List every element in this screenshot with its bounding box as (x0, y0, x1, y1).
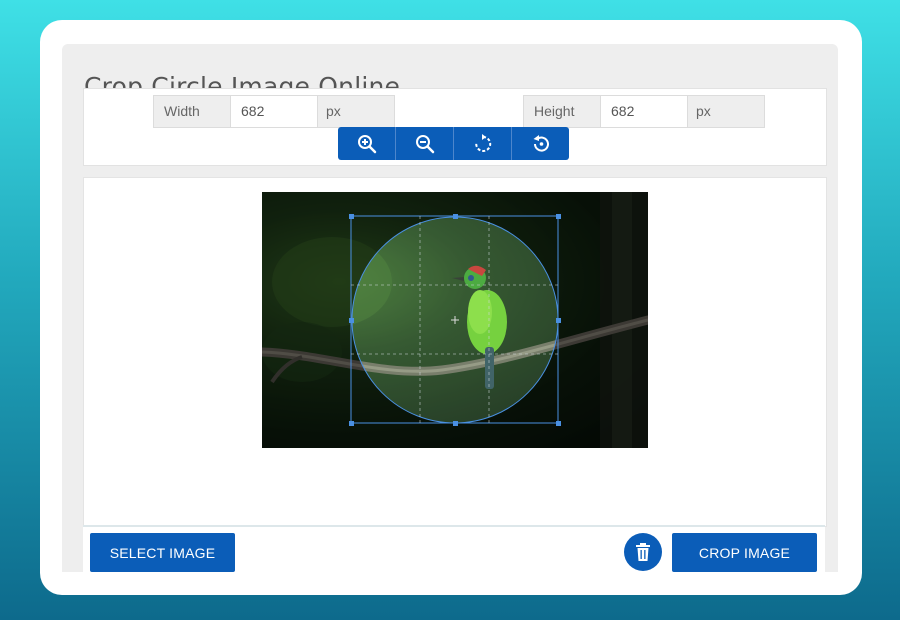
image-preview[interactable] (262, 192, 648, 448)
zoom-in-button[interactable] (338, 127, 396, 160)
width-label: Width (154, 96, 230, 127)
width-input[interactable]: 682 (230, 96, 318, 127)
crop-image-button[interactable]: CROP IMAGE (672, 533, 817, 572)
select-image-button[interactable]: SELECT IMAGE (90, 533, 235, 572)
delete-button[interactable] (624, 533, 662, 571)
image-toolbar (338, 127, 569, 160)
reset-icon (533, 134, 549, 152)
zoom-out-button[interactable] (396, 127, 454, 160)
rotate-icon (474, 133, 491, 152)
width-unit: px (318, 96, 394, 127)
trash-icon (636, 543, 650, 561)
controls-bar: Width 682 px Height 682 px (83, 88, 827, 166)
height-field: Height 682 px (523, 95, 765, 128)
height-label: Height (524, 96, 600, 127)
image-stage (83, 177, 827, 527)
bird-photo (262, 192, 648, 448)
rotate-button[interactable] (454, 127, 512, 160)
action-bar: SELECT IMAGE CROP IMAGE (83, 525, 825, 577)
width-field: Width 682 px (153, 95, 395, 128)
height-input[interactable]: 682 (600, 96, 688, 127)
zoom-out-icon (415, 134, 434, 153)
height-unit: px (688, 96, 764, 127)
reset-button[interactable] (512, 127, 569, 160)
zoom-in-icon (357, 134, 376, 153)
app-card: Crop Circle Image Online Width 682 px He… (40, 20, 862, 595)
